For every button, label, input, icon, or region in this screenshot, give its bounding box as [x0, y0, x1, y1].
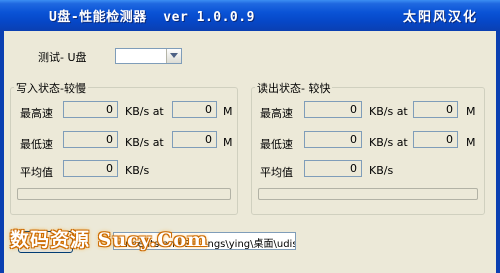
window-border-right: [496, 31, 500, 273]
write-min-at-unit: M: [223, 136, 233, 149]
read-min-at-unit: M: [466, 136, 476, 149]
read-avg-label: 平均值: [260, 166, 293, 179]
test-drive-label: 测试- U盘: [38, 51, 87, 64]
write-avg-value: 0: [63, 160, 118, 177]
window-title: U盘-性能检测器 ver 1.0.0.9: [49, 10, 255, 25]
write-min-at: 0: [172, 131, 217, 148]
read-min-unit: KB/s at: [369, 136, 408, 149]
write-max-unit: KB/s at: [125, 105, 164, 118]
write-max-at: 0: [172, 101, 217, 118]
write-max-at-unit: M: [223, 105, 233, 118]
window-brand: 太阳风汉化: [402, 10, 478, 25]
write-group-title: 写入状态-较慢: [14, 80, 88, 96]
write-max-value: 0: [63, 101, 118, 118]
app-window: U盘-性能检测器 ver 1.0.0.9 太阳风汉化 测试- U盘 写入状态-较…: [0, 0, 500, 273]
read-max-at-unit: M: [466, 105, 476, 118]
read-avg-unit: KB/s: [369, 164, 394, 177]
read-min-value: 0: [304, 131, 362, 148]
watermark-overlay: 数码资源 Sucy.Com: [10, 229, 209, 251]
write-max-label: 最高速: [20, 107, 53, 120]
write-min-label: 最低速: [20, 138, 53, 151]
read-min-at: 0: [413, 131, 458, 148]
write-progress-bar: [17, 188, 231, 200]
read-progress-bar: [258, 188, 478, 200]
chevron-down-icon: [170, 53, 178, 58]
write-avg-label: 平均值: [20, 166, 53, 179]
read-max-at: 0: [413, 101, 458, 118]
dropdown-button[interactable]: [166, 49, 181, 63]
read-max-unit: KB/s at: [369, 105, 408, 118]
read-max-value: 0: [304, 101, 362, 118]
write-avg-unit: KB/s: [125, 164, 150, 177]
read-avg-value: 0: [304, 160, 362, 177]
drive-select[interactable]: [115, 48, 182, 64]
write-min-unit: KB/s at: [125, 136, 164, 149]
write-min-value: 0: [63, 131, 118, 148]
title-bar[interactable]: U盘-性能检测器 ver 1.0.0.9 太阳风汉化: [0, 0, 500, 31]
read-group-title: 读出状态- 较快: [255, 80, 333, 96]
read-min-label: 最低速: [260, 138, 293, 151]
read-max-label: 最高速: [260, 107, 293, 120]
